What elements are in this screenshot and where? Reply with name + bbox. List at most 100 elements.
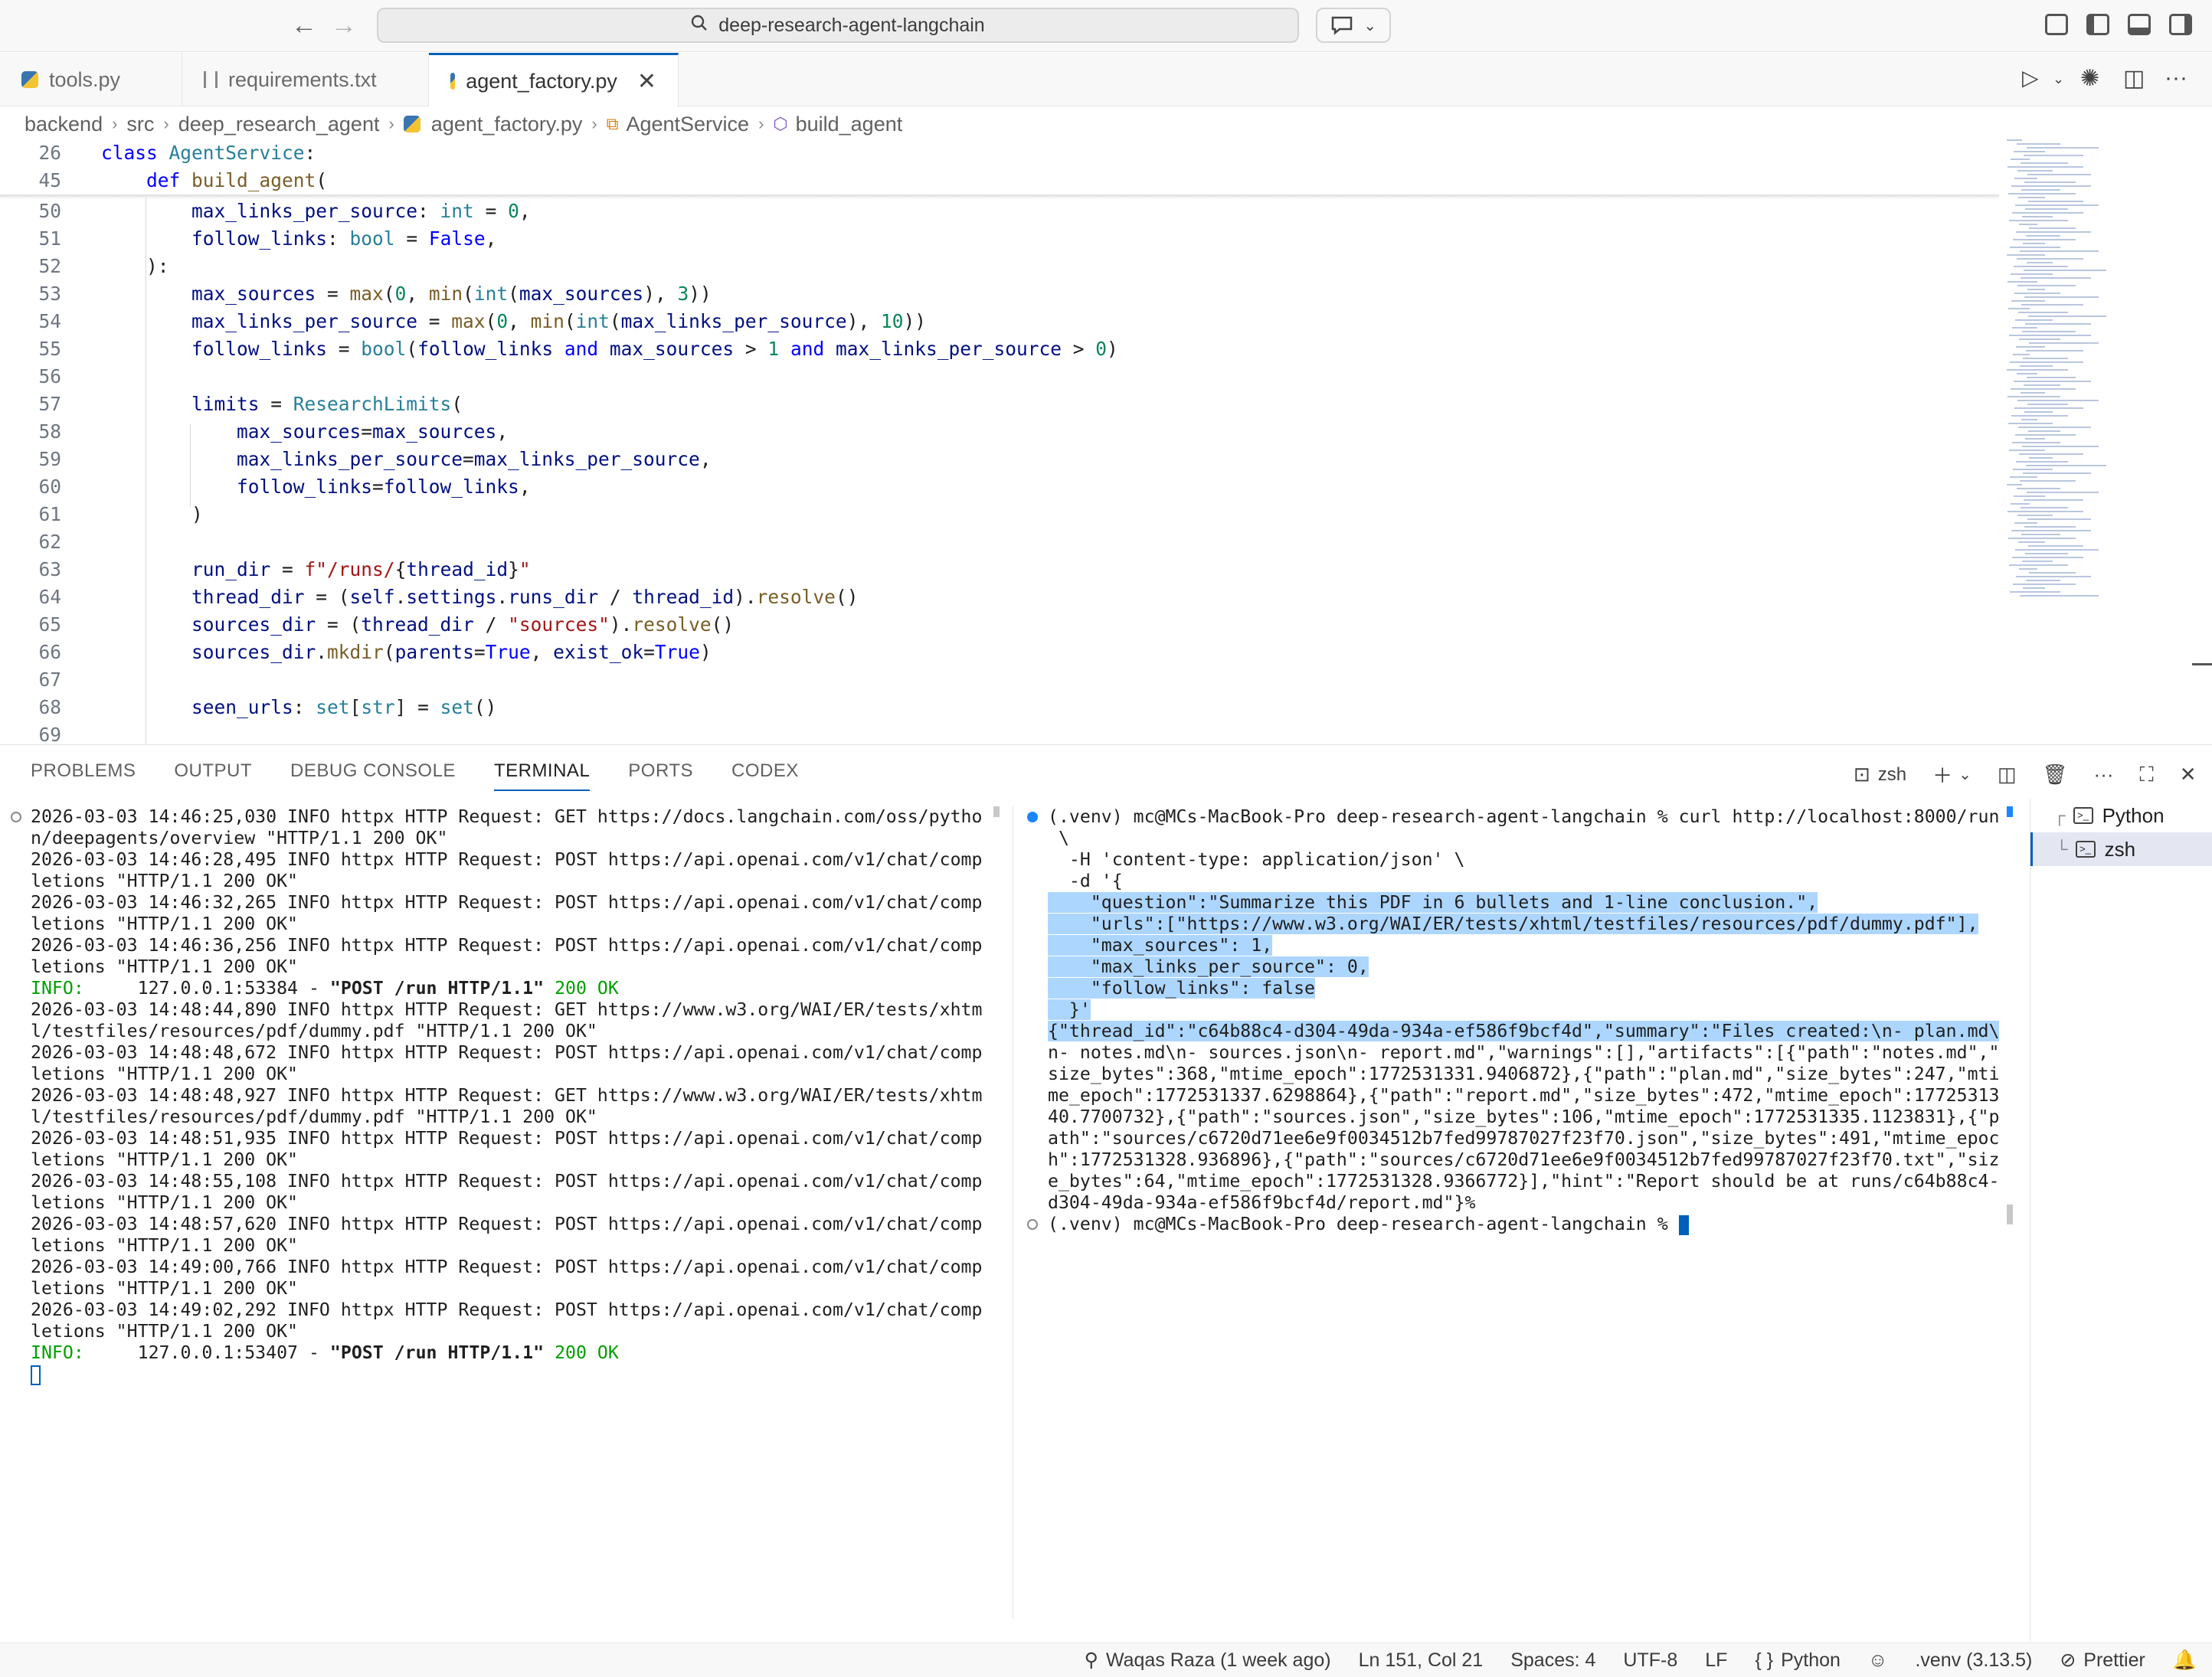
minimap-line xyxy=(2026,465,2106,466)
code-line[interactable]: 65 sources_dir = (thread_dir / "sources"… xyxy=(0,611,1991,639)
split-terminal-icon[interactable]: ◫ xyxy=(1998,763,2017,786)
status-cursor-position[interactable]: Ln 151, Col 21 xyxy=(1359,1649,1484,1672)
status-python-env[interactable]: .venv (3.13.5) xyxy=(1915,1649,2032,1672)
run-icon[interactable]: ▷ xyxy=(2022,65,2039,90)
status-eol[interactable]: LF xyxy=(1705,1649,1727,1672)
close-icon[interactable]: ✕ xyxy=(637,68,656,95)
code-line[interactable]: 68 seen_urls: set[str] = set() xyxy=(0,694,1991,721)
breadcrumb-item[interactable]: agent_factory.py xyxy=(431,113,583,136)
terminal-line: size_bytes":368,"mtime_epoch":1772531331… xyxy=(1048,1064,2000,1084)
trash-icon[interactable]: 🗑 xyxy=(2043,763,2068,786)
tab-output[interactable]: OUTPUT xyxy=(174,760,252,791)
minimap-slider[interactable] xyxy=(2192,663,2212,665)
code-line[interactable]: 66 sources_dir.mkdir(parents=True, exist… xyxy=(0,639,1991,666)
split-editor-icon[interactable]: ◫ xyxy=(2123,65,2145,92)
status-encoding[interactable]: UTF-8 xyxy=(1623,1649,1677,1672)
code-line[interactable]: 64 thread_dir = (self.settings.runs_dir … xyxy=(0,584,1991,611)
back-arrow-icon[interactable]: ← xyxy=(291,11,317,41)
line-number: 62 xyxy=(38,531,61,553)
code-line[interactable]: 61 ) xyxy=(0,501,1991,528)
code-line[interactable]: 63 run_dir = f"/runs/{thread_id}" xyxy=(0,556,1991,584)
command-success-icon[interactable] xyxy=(1027,812,1038,822)
breadcrumb-item[interactable]: src xyxy=(126,113,154,136)
code-line[interactable]: 60 follow_links=follow_links, xyxy=(0,473,1991,501)
minimap-line xyxy=(2011,503,2030,505)
tab-problems[interactable]: PROBLEMS xyxy=(31,760,136,791)
code-line[interactable]: 53 max_sources = max(0, min(int(max_sour… xyxy=(0,280,1991,308)
terminal-output-python[interactable]: 2026-03-03 14:46:25,030 INFO httpx HTTP … xyxy=(31,806,988,1385)
forward-arrow-icon[interactable]: → xyxy=(331,11,357,41)
tab-debug-console[interactable]: DEBUG CONSOLE xyxy=(290,760,456,791)
new-terminal-icon[interactable]: ＋ xyxy=(1932,760,1952,789)
scrollbar[interactable] xyxy=(2007,806,2013,817)
toggle-secondary-sidebar-icon[interactable] xyxy=(2169,14,2192,35)
code-line[interactable]: 59 max_links_per_source=max_links_per_so… xyxy=(0,446,1991,473)
minimap[interactable] xyxy=(2007,139,2191,614)
tree-branch: └ xyxy=(2056,839,2068,858)
status-indentation[interactable]: Spaces: 4 xyxy=(1510,1649,1595,1672)
more-actions-icon[interactable]: ··· xyxy=(2094,763,2114,786)
customize-layout-icon[interactable] xyxy=(2045,14,2068,35)
tab-codex[interactable]: CODEX xyxy=(731,760,799,791)
command-center-search[interactable]: deep-research-agent-langchain xyxy=(377,8,1299,43)
code-line[interactable]: 50 max_links_per_source: int = 0, xyxy=(0,198,1991,225)
toggle-panel-icon[interactable] xyxy=(2128,14,2151,35)
scrollbar[interactable] xyxy=(993,806,1000,817)
code-line[interactable]: 54 max_links_per_source = max(0, min(int… xyxy=(0,308,1991,335)
minimap-line xyxy=(2021,507,2068,508)
minimap-line xyxy=(2007,166,2083,168)
minimap-line xyxy=(2027,404,2068,405)
minimap-line xyxy=(2008,538,2076,539)
close-icon[interactable]: ✕ xyxy=(2180,763,2197,786)
code-line[interactable]: 57 limits = ResearchLimits( xyxy=(0,391,1991,418)
minimap-line xyxy=(2028,315,2106,317)
status-git-blame[interactable]: Waqas Raza (1 week ago) xyxy=(1106,1649,1331,1672)
minimap-line xyxy=(2007,511,2083,512)
breadcrumb-item[interactable]: deep_research_agent xyxy=(178,113,380,136)
copilot-icon[interactable]: ☺ xyxy=(1868,1649,1888,1672)
toggle-primary-sidebar-icon[interactable] xyxy=(2086,14,2109,35)
chevron-down-icon[interactable]: ⌄ xyxy=(1958,765,1971,784)
code-line[interactable]: 52 ): xyxy=(0,253,1991,280)
code-line[interactable]: 56 xyxy=(0,363,1991,391)
tab-terminal[interactable]: TERMINAL xyxy=(493,760,591,791)
command-decoration-icon[interactable] xyxy=(1027,1219,1038,1230)
tab-ports[interactable]: PORTS xyxy=(628,760,693,791)
code-line[interactable]: 51 follow_links: bool = False, xyxy=(0,225,1991,253)
tab-agent-factory-py[interactable]: agent_factory.py ✕ xyxy=(429,53,679,107)
code-line[interactable]: 26 class AgentService: xyxy=(0,139,1991,167)
breadcrumb-item[interactable]: AgentService xyxy=(626,113,749,136)
line-number: 45 xyxy=(38,169,61,191)
chevron-down-icon[interactable]: ⌄ xyxy=(2053,71,2064,87)
chevron-down-icon[interactable]: ⌄ xyxy=(1363,16,1376,35)
breadcrumb-item[interactable]: backend xyxy=(25,113,103,136)
breadcrumb-item[interactable]: build_agent xyxy=(796,113,903,136)
notifications-icon[interactable]: 🔔 xyxy=(2173,1649,2197,1672)
code-line[interactable]: 55 follow_links = bool(follow_links and … xyxy=(0,335,1991,363)
tab-tools-py[interactable]: tools.py xyxy=(0,53,182,106)
code-line[interactable]: 45 def build_agent( xyxy=(0,167,1991,195)
terminal-list-item-python[interactable]: ┌ >_ Python xyxy=(2030,799,2212,832)
shell-label[interactable]: zsh xyxy=(1878,764,1906,786)
chat-button[interactable]: ⌄ xyxy=(1316,8,1391,43)
status-prettier[interactable]: Prettier xyxy=(2083,1649,2145,1672)
terminal-output-zsh[interactable]: (.venv) mc@MCs-MacBook-Pro deep-research… xyxy=(1048,806,2005,1235)
tab-requirements-txt[interactable]: requirements.txt xyxy=(182,53,429,106)
tab-label: agent_factory.py xyxy=(466,69,617,93)
code-line[interactable]: 67 xyxy=(0,666,1991,694)
openai-icon[interactable]: ✺ xyxy=(2080,65,2099,92)
minimap-line xyxy=(2024,384,2060,386)
terminal-line: 2026-03-03 14:46:36,256 INFO httpx HTTP … xyxy=(31,935,983,956)
maximize-panel-icon[interactable]: ⛶ xyxy=(2140,763,2154,787)
status-language[interactable]: Python xyxy=(1781,1649,1841,1672)
more-actions-icon[interactable]: ··· xyxy=(2165,65,2187,91)
code-line[interactable]: 62 xyxy=(0,528,1991,556)
terminal-line: 2026-03-03 14:48:51,935 INFO httpx HTTP … xyxy=(31,1128,983,1149)
code-editor[interactable]: 26 class AgentService: 45 def build_agent(… xyxy=(0,139,2212,746)
command-decoration-icon[interactable] xyxy=(11,812,21,822)
terminal-list-item-zsh[interactable]: └ >_ zsh xyxy=(2030,832,2212,866)
chevron-right-icon: › xyxy=(163,114,169,133)
scrollbar-thumb[interactable] xyxy=(2007,1205,2013,1224)
code-line[interactable]: 58 max_sources=max_sources, xyxy=(0,418,1991,446)
code-text: follow_links=follow_links, xyxy=(237,476,531,498)
